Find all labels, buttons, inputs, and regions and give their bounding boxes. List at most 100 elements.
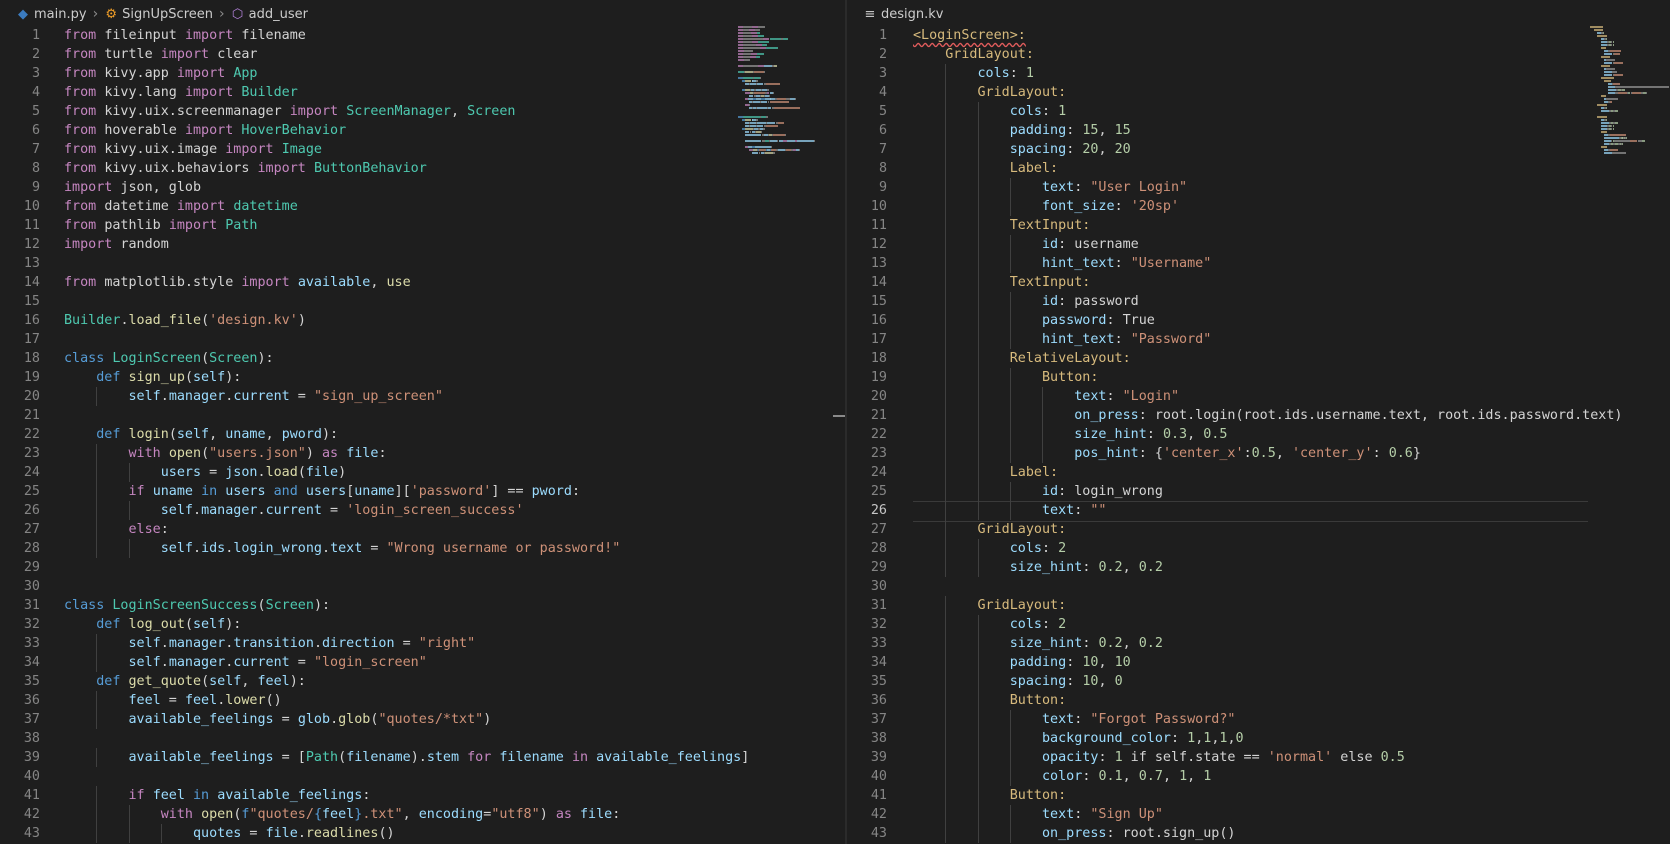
code-line[interactable]: 41 if feel in available_feelings: (0, 786, 845, 805)
code-line[interactable]: 20 text: "Login" (847, 387, 1670, 406)
code-line[interactable]: 39 opacity: 1 if self.state == 'normal' … (847, 748, 1670, 767)
code-line[interactable]: 13 hint_text: "Username" (847, 254, 1670, 273)
code-line[interactable]: 6 from hoverable import HoverBehavior (0, 121, 845, 140)
code-line[interactable]: 33 size_hint: 0.2, 0.2 (847, 634, 1670, 653)
code-line[interactable]: 1 <LoginScreen>: (847, 26, 1670, 45)
code-line[interactable]: 30 (0, 577, 845, 596)
code-line[interactable]: 34 padding: 10, 10 (847, 653, 1670, 672)
code-line[interactable]: 11 from pathlib import Path (0, 216, 845, 235)
code-line[interactable]: 19 Button: (847, 368, 1670, 387)
code-line[interactable]: 25 id: login_wrong (847, 482, 1670, 501)
code-line[interactable]: 2 from turtle import clear (0, 45, 845, 64)
code-token: : password (1058, 294, 1139, 309)
code-line[interactable]: 23 with open("users.json") as file: (0, 444, 845, 463)
code-line[interactable]: 13 (0, 254, 845, 273)
code-line[interactable]: 24 users = json.load(file) (0, 463, 845, 482)
code-line[interactable]: 20 self.manager.current = "sign_up_scree… (0, 387, 845, 406)
code-line[interactable]: 28 self.ids.login_wrong.text = "Wrong us… (0, 539, 845, 558)
code-line[interactable]: 40 color: 0.1, 0.7, 1, 1 (847, 767, 1670, 786)
code-line[interactable]: 14 TextInput: (847, 273, 1670, 292)
code-line[interactable]: 17 (0, 330, 845, 349)
code-line[interactable]: 26 text: "" (847, 501, 1670, 522)
code-line[interactable]: 36 Button: (847, 691, 1670, 710)
code-line[interactable]: 22 def login(self, uname, pword): (0, 425, 845, 444)
code-line[interactable]: 21 (0, 406, 845, 425)
code-line[interactable]: 3 cols: 1 (847, 64, 1670, 83)
code-line[interactable]: 15 id: password (847, 292, 1670, 311)
minimap[interactable] (1590, 26, 1670, 206)
code-line[interactable]: 8 from kivy.uix.behaviors import ButtonBe… (0, 159, 845, 178)
code-line[interactable]: 10 from datetime import datetime (0, 197, 845, 216)
code-line[interactable]: 15 (0, 292, 845, 311)
code-line[interactable]: 9 import json, glob (0, 178, 845, 197)
code-line[interactable]: 43 quotes = file.readlines() (0, 824, 845, 843)
code-line[interactable]: 27 else: (0, 520, 845, 539)
code-line[interactable]: 16 password: True (847, 311, 1670, 330)
code-line[interactable]: 19 def sign_up(self): (0, 368, 845, 387)
code-line[interactable]: 28 cols: 2 (847, 539, 1670, 558)
code-line[interactable]: 30 (847, 577, 1670, 596)
code-line[interactable]: 22 size_hint: 0.3, 0.5 (847, 425, 1670, 444)
code-line[interactable]: 12 id: username (847, 235, 1670, 254)
code-line[interactable]: 36 feel = feel.lower() (0, 691, 845, 710)
code-line[interactable]: 6 padding: 15, 15 (847, 121, 1670, 140)
code-line[interactable]: 38 (0, 729, 845, 748)
code-area[interactable]: 1 from fileinput import filename 2 from tur… (0, 26, 845, 843)
minimap[interactable] (738, 26, 828, 206)
code-line[interactable]: 32 def log_out(self): (0, 615, 845, 634)
code-line[interactable]: 2 GridLayout: (847, 45, 1670, 64)
code-line[interactable]: 9 text: "User Login" (847, 178, 1670, 197)
code-line[interactable]: 14 from matplotlib.style import available… (0, 273, 845, 292)
code-token: import (176, 66, 234, 81)
code-line[interactable]: 23 pos_hint: {'center_x':0.5, 'center_y'… (847, 444, 1670, 463)
code-line[interactable]: 26 self.manager.current = 'login_screen_… (0, 501, 845, 520)
code-line[interactable]: 35 def get_quote(self, feel): (0, 672, 845, 691)
code-line[interactable]: 17 hint_text: "Password" (847, 330, 1670, 349)
code-line[interactable]: 21 on_press: root.login(root.ids.usernam… (847, 406, 1670, 425)
editor-right-pane[interactable]: ≡ design.kv 1 <LoginScreen>: 2 GridLayout:… (847, 0, 1670, 844)
code-line[interactable]: 12 import random (0, 235, 845, 254)
code-line[interactable]: 42 text: "Sign Up" (847, 805, 1670, 824)
code-line[interactable]: 5 cols: 1 (847, 102, 1670, 121)
code-line[interactable]: 38 background_color: 1,1,1,0 (847, 729, 1670, 748)
code-line[interactable]: 32 cols: 2 (847, 615, 1670, 634)
code-line[interactable]: 31 GridLayout: (847, 596, 1670, 615)
code-line[interactable]: 39 available_feelings = [Path(filename).… (0, 748, 845, 767)
code-line[interactable]: 41 Button: (847, 786, 1670, 805)
code-line[interactable]: 27 GridLayout: (847, 520, 1670, 539)
editor-left-pane[interactable]: ◆ main.py › ⚙ SignUpScreen › ⬡ add_user … (0, 0, 845, 844)
code-line[interactable]: 24 Label: (847, 463, 1670, 482)
code-line[interactable]: 29 size_hint: 0.2, 0.2 (847, 558, 1670, 577)
code-line[interactable]: 34 self.manager.current = "login_screen" (0, 653, 845, 672)
code-line[interactable]: 37 available_feelings = glob.glob("quote… (0, 710, 845, 729)
code-line[interactable]: 4 from kivy.lang import Builder (0, 83, 845, 102)
code-line[interactable]: 11 TextInput: (847, 216, 1670, 235)
code-line[interactable]: 16 Builder.load_file('design.kv') (0, 311, 845, 330)
code-line[interactable]: 1 from fileinput import filename (0, 26, 845, 45)
breadcrumb-class[interactable]: SignUpScreen (122, 7, 213, 22)
code-line[interactable]: 31 class LoginScreenSuccess(Screen): (0, 596, 845, 615)
scrollbar-marker[interactable] (833, 415, 845, 417)
code-line[interactable]: 7 from kivy.uix.image import Image (0, 140, 845, 159)
code-line[interactable]: 35 spacing: 10, 0 (847, 672, 1670, 691)
code-line[interactable]: 18 RelativeLayout: (847, 349, 1670, 368)
code-line[interactable]: 37 text: "Forgot Password?" (847, 710, 1670, 729)
code-line[interactable]: 43 on_press: root.sign_up() (847, 824, 1670, 843)
code-line[interactable]: 10 font_size: '20sp' (847, 197, 1670, 216)
code-line[interactable]: 33 self.manager.transition.direction = "… (0, 634, 845, 653)
code-area[interactable]: 1 <LoginScreen>: 2 GridLayout: 3 cols: 14 G… (847, 26, 1670, 843)
code-line[interactable]: 18 class LoginScreen(Screen): (0, 349, 845, 368)
code-line[interactable]: 3 from kivy.app import App (0, 64, 845, 83)
breadcrumb-method[interactable]: add_user (249, 7, 308, 22)
code-line[interactable]: 25 if uname in users and users[uname]['p… (0, 482, 845, 501)
code-line[interactable]: 4 GridLayout: (847, 83, 1670, 102)
breadcrumb-file[interactable]: design.kv (881, 7, 943, 22)
breadcrumb-file[interactable]: main.py (34, 7, 87, 22)
code-line[interactable]: 5 from kivy.uix.screenmanager import Scre… (0, 102, 845, 121)
code-line[interactable]: 8 Label: (847, 159, 1670, 178)
code-line[interactable]: 42 with open(f"quotes/{feel}.txt", encod… (0, 805, 845, 824)
code-token: : (1074, 807, 1091, 822)
code-line[interactable]: 40 (0, 767, 845, 786)
code-line[interactable]: 7 spacing: 20, 20 (847, 140, 1670, 159)
code-line[interactable]: 29 (0, 558, 845, 577)
